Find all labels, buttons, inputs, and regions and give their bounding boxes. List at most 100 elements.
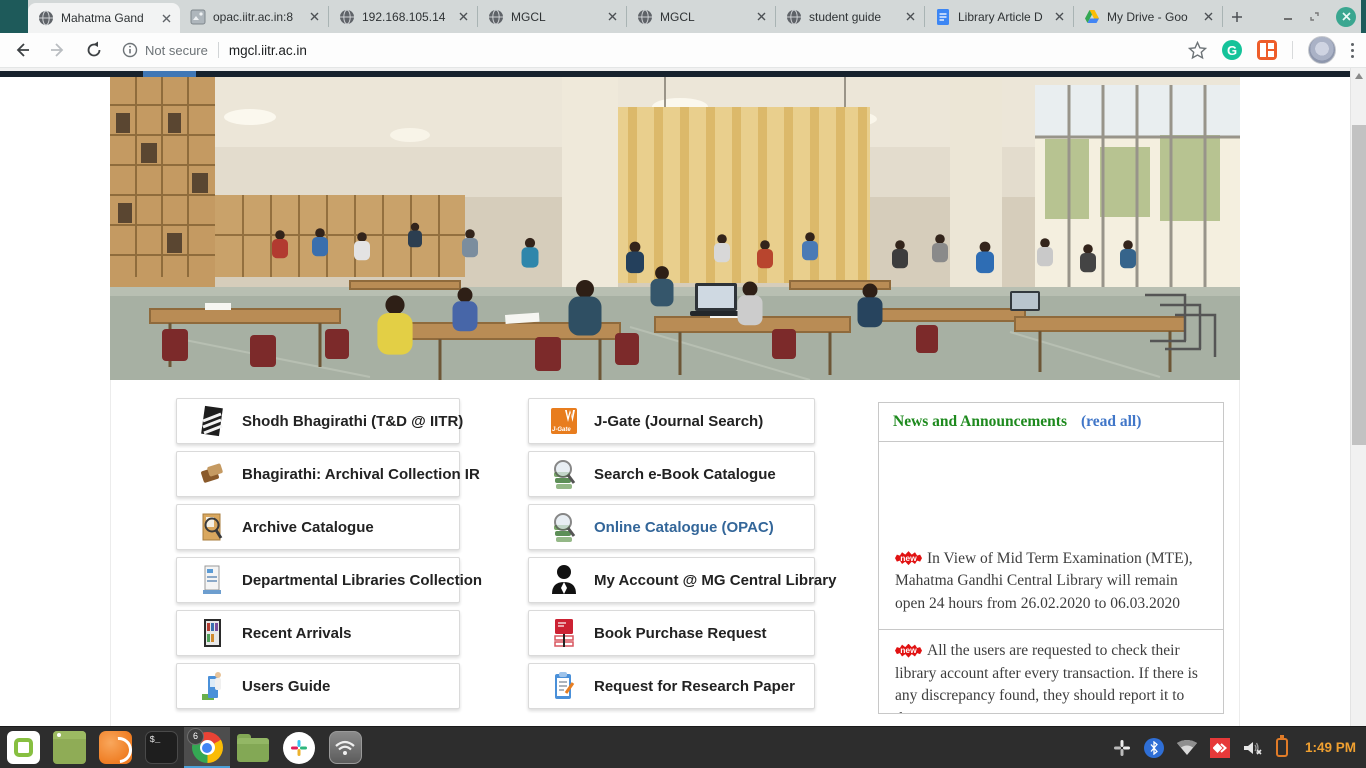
globe-icon [637,9,653,25]
link-label: Archive Catalogue [242,519,374,536]
restore-button[interactable] [1309,11,1320,22]
new-tab-button[interactable] [1223,0,1251,33]
link-label: My Account @ MG Central Library [594,572,836,589]
archival-box-icon [199,457,225,491]
bookmark-star-icon[interactable] [1188,41,1207,60]
close-icon[interactable] [1200,9,1216,25]
close-icon[interactable] [158,10,174,26]
link-jgate[interactable]: J-Gate J-Gate (Journal Search) [528,398,815,444]
tab-title: Library Article D [958,10,1051,24]
slack-launcher[interactable] [276,727,322,768]
tab-mgcl-1[interactable]: MGCL [478,6,627,27]
battery-icon[interactable] [1276,738,1288,757]
link-my-account[interactable]: My Account @ MG Central Library [528,557,815,603]
folder-icon [237,738,269,762]
taskbar-clock[interactable]: 1:49 PM [1305,740,1356,755]
close-icon[interactable] [753,9,769,25]
close-icon[interactable] [1051,9,1067,25]
scroll-up-arrow-icon[interactable] [1355,73,1363,79]
link-book-purchase[interactable]: Book Purchase Request [528,610,815,656]
page-scrollbar[interactable] [1350,68,1366,726]
terminal-launcher[interactable]: $_ [138,727,184,768]
link-shodh-bhagirathi[interactable]: Shodh Bhagirathi (T&D @ IITR) [176,398,460,444]
link-label: J-Gate (Journal Search) [594,413,763,430]
tab-title: student guide [809,10,902,24]
tab-my-drive[interactable]: My Drive - Goo [1074,6,1223,27]
news-panel-header: News and Announcements (read all) [879,403,1223,442]
news-item-text: In View of Mid Term Examination (MTE), M… [895,550,1193,612]
close-icon[interactable] [306,9,322,25]
divider [218,42,219,58]
link-departmental-libraries[interactable]: Departmental Libraries Collection [176,557,460,603]
scrollbar-thumb[interactable] [1352,125,1366,445]
image-icon [190,9,206,25]
url-text[interactable]: mgcl.iitr.ac.in [229,43,307,58]
window-close-button[interactable] [1336,7,1356,27]
tab-title: Mahatma Gand [61,11,158,25]
globe-icon [38,10,54,26]
tab-ip-address[interactable]: 192.168.105.14 [329,6,478,27]
profile-avatar[interactable] [1308,36,1336,64]
tab-list: Mahatma Gand opac.iitr.ac.in:8 192.168 [28,0,1251,33]
tab-opac[interactable]: opac.iitr.ac.in:8 [180,6,329,27]
link-label: Book Purchase Request [594,625,767,642]
minimize-button[interactable] [1283,12,1293,22]
new-badge: new [895,644,922,658]
tab-student-guide[interactable]: student guide [776,6,925,27]
globe-icon [786,9,802,25]
address-bar[interactable]: Not secure mgcl.iitr.ac.in [122,36,1188,64]
window-controls [1283,0,1356,33]
file-manager-launcher[interactable] [230,727,276,768]
link-ebook-catalogue[interactable]: Search e-Book Catalogue [528,451,815,497]
library-hero-photo [110,77,1240,380]
link-label: Shodh Bhagirathi (T&D @ IITR) [242,413,463,430]
link-opac[interactable]: Online Catalogue (OPAC) [528,504,815,550]
extension-icon[interactable] [1257,40,1277,60]
desktop-icon [53,731,86,764]
google-docs-icon [935,9,951,25]
wifi-launcher-icon [329,731,362,764]
tab-title: MGCL [511,10,604,24]
link-research-paper-request[interactable]: Request for Research Paper [528,663,815,709]
anydesk-icon[interactable] [1210,738,1230,758]
book-search-icon [551,457,577,491]
thesis-stack-icon [199,404,225,438]
kiosk-icon [199,563,225,597]
link-archive-catalogue[interactable]: Archive Catalogue [176,504,460,550]
firefox-launcher[interactable] [92,727,138,768]
volume-muted-icon[interactable] [1243,740,1263,756]
close-icon[interactable] [455,9,471,25]
grammarly-extension-icon[interactable]: G [1222,40,1242,60]
close-icon[interactable] [604,9,620,25]
taskbar: $_ 6 [0,726,1366,768]
menu-button-mint[interactable] [0,727,46,768]
firefox-icon [99,731,132,764]
terminal-glyph: $_ [150,735,161,745]
network-tool-launcher[interactable] [322,727,368,768]
chrome-window-button[interactable]: 6 [184,727,230,768]
forward-button[interactable] [44,36,72,64]
red-book-icon [551,616,577,650]
read-all-link[interactable]: (read all) [1081,413,1141,431]
show-desktop-button[interactable] [46,727,92,768]
slack-icon [283,732,315,764]
link-bhagirathi-archival[interactable]: Bhagirathi: Archival Collection IR [176,451,460,497]
close-icon[interactable] [902,9,918,25]
divider [1292,41,1293,59]
google-drive-icon [1084,9,1100,25]
bluetooth-icon[interactable] [1144,738,1164,758]
link-recent-arrivals[interactable]: Recent Arrivals [176,610,460,656]
window-frame-corner [1361,0,1366,33]
tab-title: 192.168.105.14 [362,10,455,24]
wifi-status-icon[interactable] [1177,740,1197,755]
slack-tray-icon[interactable] [1113,739,1131,757]
info-icon[interactable] [122,42,138,58]
link-users-guide[interactable]: Users Guide [176,663,460,709]
tab-mgcl-2[interactable]: MGCL [627,6,776,27]
back-button[interactable] [8,36,36,64]
reload-button[interactable] [80,36,108,64]
tab-library-article[interactable]: Library Article D [925,6,1074,27]
jgate-icon: J-Gate [551,404,577,438]
tab-mahatma-gandhi-library[interactable]: Mahatma Gand [28,3,180,33]
browser-menu-icon[interactable] [1351,43,1354,58]
